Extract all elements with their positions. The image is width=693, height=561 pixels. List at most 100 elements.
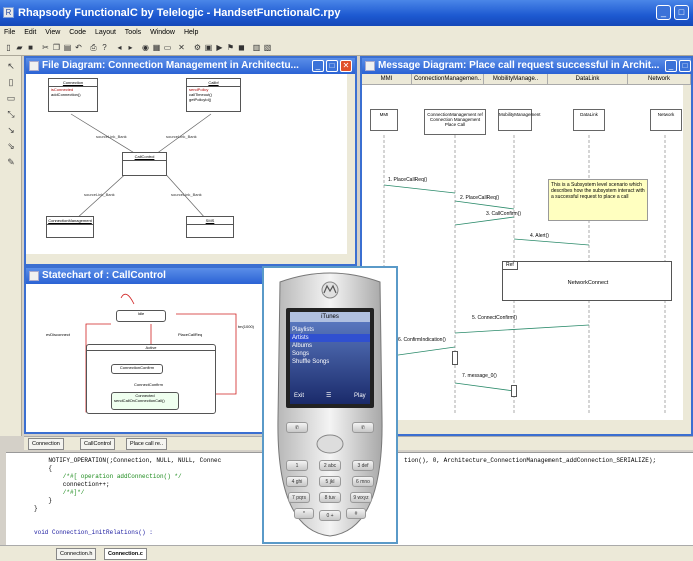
print-icon[interactable]: ⎙	[88, 42, 99, 53]
new-file-icon[interactable]: ▯	[3, 42, 14, 53]
object-shape-icon[interactable]: ▭	[5, 92, 17, 104]
animation-icon[interactable]: ⚑	[225, 42, 236, 53]
phone-softkey-right[interactable]: Play	[352, 392, 366, 400]
phone-key[interactable]: #	[346, 508, 366, 519]
phone-menu-item[interactable]: Shuffle Songs	[290, 358, 370, 366]
file-box-connectionmanagement[interactable]: ConnectionManagement	[46, 216, 94, 238]
stop-icon[interactable]: ◼	[236, 42, 247, 53]
tab-place-call[interactable]: Place call re..	[126, 438, 168, 450]
reference-frame[interactable]: Ref NetworkConnect	[502, 261, 672, 301]
message-label[interactable]: 7. message_0()	[462, 373, 497, 379]
phone-key[interactable]: 6 mno	[352, 476, 374, 487]
file-diagram-maximize-button[interactable]: □	[326, 60, 338, 72]
browser-icon[interactable]: ▦	[151, 42, 162, 53]
file-diagram-vscroll[interactable]	[347, 74, 355, 254]
phone-key[interactable]: 8 tuv	[319, 492, 341, 503]
phone-key[interactable]: *	[294, 508, 314, 519]
state-connectionconfirm[interactable]: ConnectionConfirm	[111, 364, 163, 374]
phone-key[interactable]: 1	[286, 460, 308, 471]
file-box-callcontrol[interactable]: CallControl	[122, 152, 167, 176]
lifeline-mobility-management[interactable]: MobilityManagement	[498, 109, 541, 131]
save-icon[interactable]: ■	[25, 42, 36, 53]
phone-menu-item-selected[interactable]: Artists	[290, 334, 370, 342]
file-diagram-hscroll[interactable]	[26, 254, 355, 264]
copy-icon[interactable]: ❐	[51, 42, 62, 53]
phone-end-button[interactable]: ✆	[352, 422, 374, 433]
phone-key[interactable]: 4 ghi	[286, 476, 308, 487]
tab-connection[interactable]: Connection	[28, 438, 64, 450]
message-label[interactable]: 6. ConfirmIndication()	[398, 337, 446, 343]
message-label[interactable]: 1. PlaceCallReq()	[388, 177, 427, 183]
lifeline-network[interactable]: Network	[650, 109, 682, 131]
file-box-connection[interactable]: Connection isConnected addConnection()	[48, 78, 98, 112]
file-box-callbf[interactable]: Callbf sendPolicy callTimeout() getPolic…	[186, 78, 241, 112]
tile-icon[interactable]: ▥	[251, 42, 262, 53]
lifeline-header[interactable]: DataLink	[548, 74, 628, 85]
message-diagram-maximize-button[interactable]: □	[679, 60, 691, 72]
file-diagram-close-button[interactable]: ✕	[340, 60, 352, 72]
generate-icon[interactable]: ⚙	[192, 42, 203, 53]
file-box-sms[interactable]: SMS	[186, 216, 234, 238]
phone-key[interactable]: 7 pqrs	[288, 492, 310, 503]
binoculars-icon[interactable]: ◉	[140, 42, 151, 53]
cascade-icon[interactable]: ▧	[262, 42, 273, 53]
link-icon[interactable]: ↘	[5, 124, 17, 136]
phone-menu-item[interactable]: Playlists	[290, 326, 370, 334]
message-diagram-minimize-button[interactable]: _	[665, 60, 677, 72]
state-idle[interactable]: Idle	[116, 310, 166, 322]
tab-connection-c[interactable]: Connection.c	[104, 548, 147, 560]
menu-file[interactable]: File	[4, 29, 15, 36]
message-label[interactable]: 5. ConnectConfirm()	[472, 315, 517, 321]
phone-key[interactable]: 5 jkl	[319, 476, 341, 487]
undo-icon[interactable]: ↶	[73, 42, 84, 53]
phone-call-button[interactable]: ✆	[286, 422, 308, 433]
menu-code[interactable]: Code	[69, 29, 86, 36]
flow-icon[interactable]: ⇘	[5, 140, 17, 152]
phone-menu-item[interactable]: Albums	[290, 342, 370, 350]
tab-connection-h[interactable]: Connection.h	[56, 548, 97, 560]
lifeline-mmi[interactable]: MMI	[370, 109, 398, 131]
run-icon[interactable]: ▶	[214, 42, 225, 53]
phone-key[interactable]: 3 def	[352, 460, 374, 471]
file-diagram-canvas[interactable]: Connection isConnected addConnection() C…	[26, 74, 347, 254]
menu-tools[interactable]: Tools	[125, 29, 141, 36]
make-icon[interactable]: ▣	[203, 42, 214, 53]
phone-key[interactable]: 0 +	[319, 510, 341, 521]
message-label[interactable]: 2. PlaceCallReq()	[460, 195, 499, 201]
file-diagram-minimize-button[interactable]: _	[312, 60, 324, 72]
forward-icon[interactable]: ▸	[125, 42, 136, 53]
message-diagram-vscroll[interactable]	[683, 85, 691, 420]
menu-layout[interactable]: Layout	[95, 29, 116, 36]
select-arrow-icon[interactable]: ↖	[5, 60, 17, 72]
file-shape-icon[interactable]: ▯	[5, 76, 17, 88]
lifeline-header[interactable]: ConnectionManagemen..	[412, 74, 484, 85]
back-icon[interactable]: ◂	[114, 42, 125, 53]
lifeline-header[interactable]: MobilityManage..	[484, 74, 548, 85]
open-folder-icon[interactable]: ▰	[14, 42, 25, 53]
minimize-button[interactable]: _	[656, 5, 671, 20]
phone-key[interactable]: 9 wxyz	[350, 492, 372, 503]
tab-callcontrol[interactable]: CallControl	[80, 438, 116, 450]
state-connected[interactable]: Connected sendCallOnConnectionCall()	[111, 392, 179, 410]
lifeline-header[interactable]: MMI	[362, 74, 412, 85]
message-label[interactable]: 3. CallConfirm()	[486, 211, 521, 217]
menu-window[interactable]: Window	[150, 29, 175, 36]
lifeline-connection-management[interactable]: ConnectionManagement ref Connection Mana…	[424, 109, 486, 135]
menu-edit[interactable]: Edit	[24, 29, 36, 36]
phone-menu-item[interactable]: Songs	[290, 350, 370, 358]
lifeline-header[interactable]: Network	[628, 74, 691, 85]
message-diagram-hscroll[interactable]	[362, 420, 691, 434]
dependency-icon[interactable]: ⤡	[5, 108, 17, 120]
menu-view[interactable]: View	[45, 29, 60, 36]
message-label[interactable]: 4. Alert()	[530, 233, 549, 239]
help-icon[interactable]: ?	[99, 42, 110, 53]
scenario-note[interactable]: This is a Subsystem level scenario which…	[548, 179, 648, 221]
menu-help[interactable]: Help	[184, 29, 198, 36]
note-icon[interactable]: ✎	[5, 156, 17, 168]
phone-softkey-left[interactable]: Exit	[292, 392, 304, 400]
maximize-button[interactable]: □	[674, 5, 689, 20]
lifeline-datalink[interactable]: DataLink	[573, 109, 605, 131]
delete-icon[interactable]: ✕	[176, 42, 187, 53]
paste-icon[interactable]: ▤	[62, 42, 73, 53]
phone-key[interactable]: 2 abc	[319, 460, 341, 471]
